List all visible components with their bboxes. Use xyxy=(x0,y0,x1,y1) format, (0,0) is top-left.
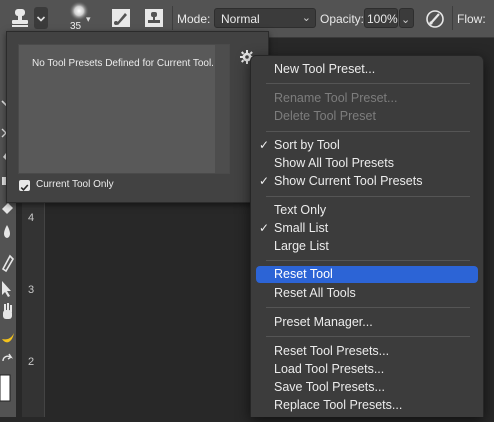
menu-item-small-list[interactable]: ✓ Small List xyxy=(256,220,478,237)
menu-separator xyxy=(266,83,470,84)
menu-item-delete-tool-preset[interactable]: Delete Tool Preset xyxy=(256,108,478,125)
menu-item-load-tool-presets[interactable]: Load Tool Presets... xyxy=(256,361,478,378)
current-tool-only-checkbox[interactable] xyxy=(19,180,30,191)
menu-item-preset-manager[interactable]: Preset Manager... xyxy=(256,314,478,331)
menu-item-label: Preset Manager... xyxy=(274,315,373,329)
menu-item-label: New Tool Preset... xyxy=(274,62,376,76)
empty-preset-message: No Tool Presets Defined for Current Tool… xyxy=(32,58,214,69)
menu-separator xyxy=(266,307,470,308)
menu-item-text-only[interactable]: Text Only xyxy=(256,202,478,219)
tool-preset-picker-button[interactable] xyxy=(34,7,48,29)
divider xyxy=(452,6,453,30)
menu-item-large-list[interactable]: Large List xyxy=(256,238,478,255)
menu-item-replace-tool-presets[interactable]: Replace Tool Presets... xyxy=(256,397,478,414)
menu-separator xyxy=(266,131,470,132)
menu-item-show-current-tool-presets[interactable]: ✓ Show Current Tool Presets xyxy=(256,173,478,190)
menu-item-label: Show Current Tool Presets xyxy=(274,174,423,188)
toggle-clone-source-icon[interactable] xyxy=(143,7,165,29)
hand-tool-icon[interactable] xyxy=(3,303,12,319)
menu-item-show-all-tool-presets[interactable]: Show All Tool Presets xyxy=(256,155,478,172)
menu-item-reset-all-tools[interactable]: Reset All Tools xyxy=(256,285,478,302)
menu-item-reset-tool[interactable]: Reset Tool xyxy=(256,266,478,283)
menu-item-label: Save Tool Presets... xyxy=(274,380,385,394)
ruler-mark: 3 xyxy=(28,284,35,296)
menu-item-new-tool-preset[interactable]: New Tool Preset... xyxy=(256,61,478,78)
vertical-ruler: 4 3 2 xyxy=(22,200,45,417)
preset-list-scrollbar[interactable] xyxy=(215,45,229,173)
preset-list[interactable]: No Tool Presets Defined for Current Tool… xyxy=(18,44,230,174)
menu-item-label: Large List xyxy=(274,239,329,253)
menu-item-label: Show All Tool Presets xyxy=(274,156,394,170)
ruler-mark: 4 xyxy=(28,212,35,224)
menu-item-rename-tool-preset[interactable]: Rename Tool Preset... xyxy=(256,90,478,107)
menu-item-sort-by-tool[interactable]: ✓ Sort by Tool xyxy=(256,137,478,154)
blur-tool-icon[interactable] xyxy=(4,225,10,238)
mode-value: Normal xyxy=(221,12,260,26)
menu-item-label: Reset Tool Presets... xyxy=(274,344,390,358)
checkmark-icon xyxy=(20,184,29,191)
checkmark-icon: ✓ xyxy=(259,221,270,235)
opacity-label: Opacity: xyxy=(320,12,365,26)
pen-tool-icon[interactable] xyxy=(1,254,15,273)
current-tool-only-label: Current Tool Only xyxy=(36,179,114,190)
tool-preset-panel: No Tool Presets Defined for Current Tool… xyxy=(6,31,269,203)
menu-item-label: Replace Tool Presets... xyxy=(274,398,403,412)
checkmark-icon: ✓ xyxy=(259,174,270,188)
chevron-down-icon: ⌄ xyxy=(301,12,311,24)
path-selection-tool-icon[interactable] xyxy=(2,281,11,297)
ruler-mark: 2 xyxy=(28,356,35,368)
stamp-tool-icon[interactable] xyxy=(8,6,32,30)
chevron-down-icon xyxy=(36,16,46,22)
menu-item-label: Reset All Tools xyxy=(274,286,356,300)
chevron-down-icon: ⌄ xyxy=(401,14,411,26)
opacity-input[interactable]: 100% xyxy=(364,8,398,28)
menu-item-save-tool-presets[interactable]: Save Tool Presets... xyxy=(256,379,478,396)
tool-preset-options-menu: New Tool Preset... Rename Tool Preset...… xyxy=(250,55,484,417)
opacity-dropdown-button[interactable]: ⌄ xyxy=(399,8,414,28)
eraser-tool-icon[interactable] xyxy=(2,203,13,214)
mode-label: Mode: xyxy=(177,12,211,26)
pressure-opacity-icon[interactable] xyxy=(424,8,446,30)
opacity-value: 100% xyxy=(367,12,398,26)
flow-label: Flow: xyxy=(457,12,486,26)
swap-colors-icon[interactable] xyxy=(2,353,14,362)
edit-toolbar-icon[interactable] xyxy=(2,333,14,343)
checkmark-icon: ✓ xyxy=(259,138,270,152)
menu-item-label: Text Only xyxy=(274,203,327,217)
menu-item-label: Small List xyxy=(274,221,329,235)
menu-item-label: Delete Tool Preset xyxy=(274,109,376,123)
toggle-brush-panel-icon[interactable] xyxy=(110,7,132,29)
menu-item-reset-tool-presets[interactable]: Reset Tool Presets... xyxy=(256,343,478,360)
divider xyxy=(172,6,173,30)
menu-item-label: Sort by Tool xyxy=(274,138,340,152)
foreground-color-swatch[interactable] xyxy=(0,374,11,402)
menu-item-label: Load Tool Presets... xyxy=(274,362,385,376)
chevron-down-icon: ▾ xyxy=(86,14,91,24)
mode-select[interactable]: Normal ⌄ xyxy=(214,8,316,28)
menu-separator xyxy=(266,336,470,337)
menu-item-label: Reset Tool xyxy=(274,267,333,281)
menu-separator xyxy=(266,260,470,261)
menu-item-label: Rename Tool Preset... xyxy=(274,91,398,105)
menu-separator xyxy=(266,196,470,197)
